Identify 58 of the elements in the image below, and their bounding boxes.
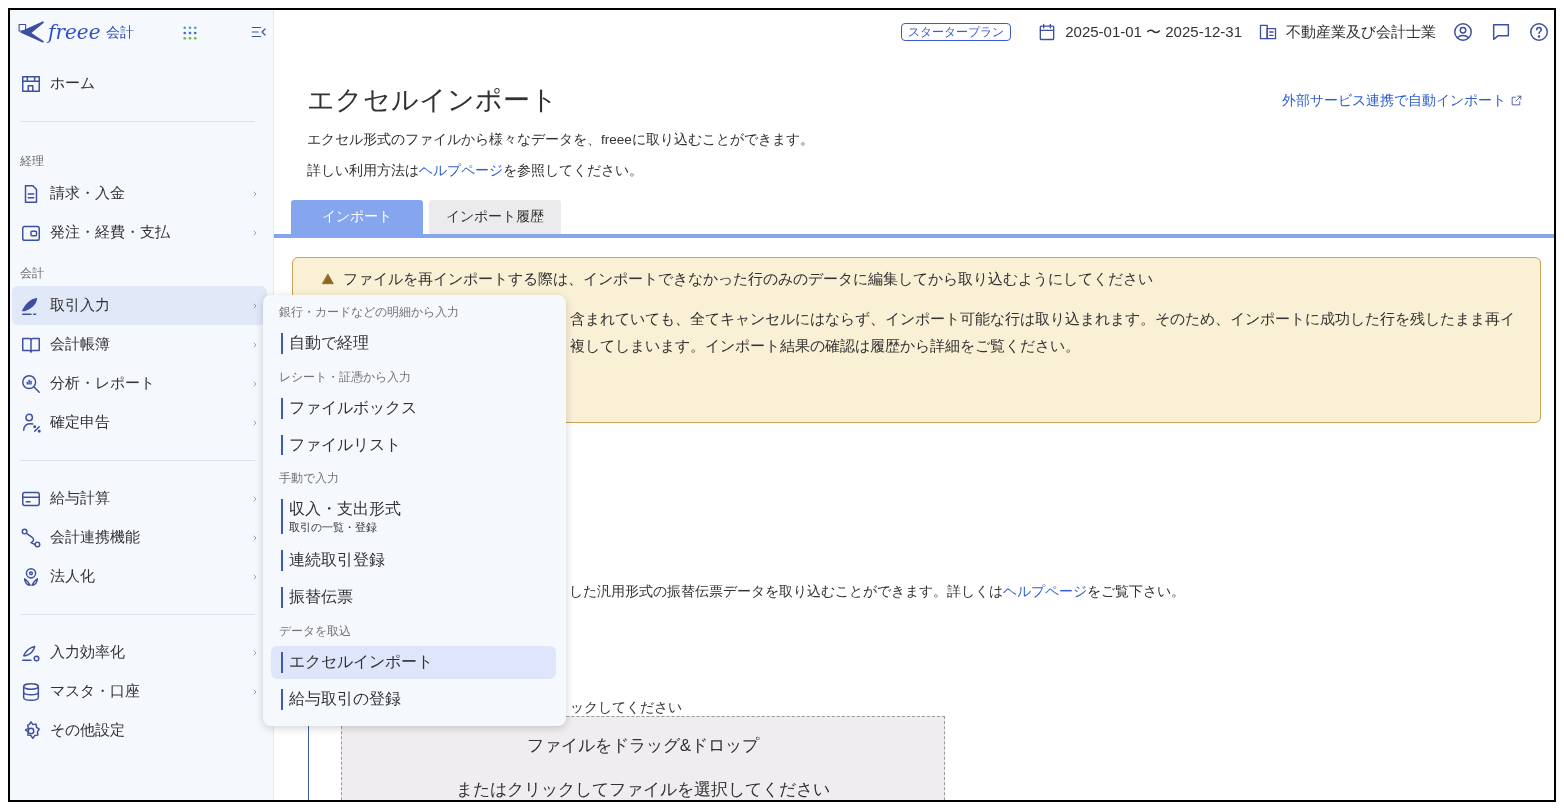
sidebar-item[interactable]: 分析・レポート <box>12 364 267 403</box>
help-link[interactable]: ヘルプページ <box>1003 583 1087 599</box>
submenu-heading: データを取込 <box>278 623 352 641</box>
sidebar-item[interactable]: 確定申告 <box>12 403 267 442</box>
section-text: した汎用形式の振替伝票データを取り込むことができます。詳しくはヘルプページをご覧下さい。 <box>569 583 1185 599</box>
drop-zone-text: ファイルをドラッグ&ドロップ <box>525 735 761 758</box>
description-text: エクセル形式のファイルから様々なデータを、freeeに取り込むことができます。 <box>307 131 815 150</box>
external-link-icon <box>1510 94 1523 107</box>
warning-text: 複してしまいます。インポート結果の確認は履歴から詳細をご覧ください。 <box>570 336 1080 354</box>
sidebar-item[interactable]: 会計帳簿 <box>12 325 267 364</box>
sidebar-item[interactable]: 入力効率化 <box>12 633 267 672</box>
sidebar-item[interactable]: 会計連携機能 <box>12 518 267 557</box>
sidebar-item[interactable]: その他設定 <box>12 711 267 750</box>
section-label: 会計 <box>19 265 45 282</box>
submenu-item[interactable]: 収入・支出形式 取引の一覧・登録 <box>271 493 556 541</box>
plan-badge: スタータープラン <box>901 23 1012 41</box>
warning-text: 含まれていても、全てキャンセルにはならず、インポート可能な行は取り込まれます。そのため、インポートに成功した行を残したまま再イ <box>570 310 1515 328</box>
external-link[interactable]: 外部サービス連携で自動インポート <box>1282 90 1523 111</box>
submenu-item[interactable]: 連続取引登録 <box>271 544 556 578</box>
logo[interactable]: freee 会計 <box>16 17 135 47</box>
sidebar-item[interactable]: 請求・入金 <box>12 174 267 213</box>
building-icon <box>1258 22 1278 42</box>
drop-zone-text: またはクリックしてファイルを選択してください <box>455 778 831 800</box>
drop-zone[interactable]: ファイルをドラッグ&ドロップ またはクリックしてファイルを選択してください <box>341 716 945 800</box>
warning-title: ファイルを再インポートする際は、インポートできなかった行のみのデータに編集してから取り込むようにしてください <box>343 268 1153 289</box>
sidebar-item[interactable]: マスタ・口座 <box>12 672 267 711</box>
database-icon <box>20 680 42 703</box>
submenu-item[interactable]: エクセルインポート <box>271 646 556 679</box>
company-name[interactable]: 不動産業及び会計士業 <box>1286 20 1436 44</box>
section-label: 経理 <box>19 153 45 170</box>
sidebar-item[interactable]: 法人化 <box>12 557 267 596</box>
submenu-item[interactable]: ファイルリスト <box>271 428 556 462</box>
user-icon[interactable] <box>1452 21 1474 43</box>
submenu-item[interactable]: 振替伝票 <box>271 581 556 615</box>
submenu-heading: レシート・証憑から入力 <box>278 368 412 386</box>
submenu-item[interactable]: ファイルボックス <box>271 391 556 425</box>
help-text: 詳しい利用方法はヘルプページを参照してください。 <box>307 161 644 180</box>
sidebar-item[interactable]: ホーム <box>12 64 267 103</box>
chat-icon[interactable] <box>1490 21 1512 43</box>
sidebar-item[interactable]: 発注・経費・支払 <box>12 213 267 252</box>
submenu-heading: 手動で入力 <box>278 470 340 488</box>
upload-hint: ックしてください <box>570 699 682 716</box>
magnifier-chart-icon <box>20 372 42 395</box>
help-icon[interactable] <box>1528 21 1550 43</box>
tab[interactable]: インポート履歴 <box>429 199 561 234</box>
app-grid-icon[interactable] <box>180 23 199 42</box>
sidebar-item[interactable]: 給与計算 <box>12 479 267 518</box>
route-icon <box>20 526 42 549</box>
period-text[interactable]: 2025-01-01 〜 2025-12-31 <box>1065 20 1242 44</box>
submenu-item[interactable]: 自動で経理 <box>271 327 556 360</box>
submenu-item[interactable]: 給与取引の登録 <box>271 682 556 716</box>
page-title: エクセルインポート <box>307 84 558 117</box>
warning-icon <box>321 272 335 287</box>
bird-logo-icon <box>16 19 46 45</box>
help-link[interactable]: ヘルプページ <box>419 162 503 178</box>
sidebar-item[interactable]: 取引入力 <box>12 286 267 325</box>
person-percent-icon <box>20 411 42 434</box>
submenu-heading: 銀行・カードなどの明細から入力 <box>278 304 460 321</box>
